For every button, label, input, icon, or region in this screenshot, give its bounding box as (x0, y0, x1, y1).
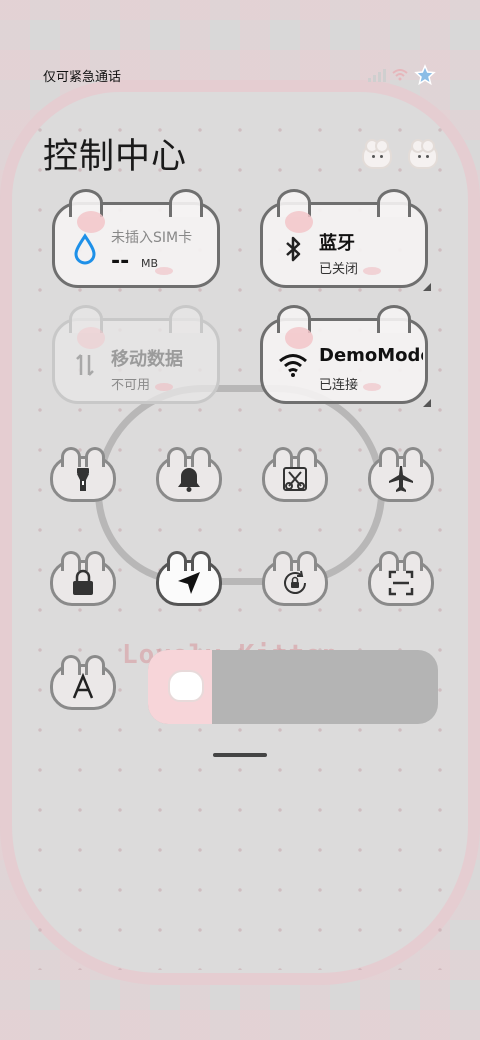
background-cat-face (95, 385, 385, 585)
expand-corner-icon (423, 399, 431, 407)
font-size-toggle[interactable] (50, 655, 116, 710)
airplane-mode-toggle[interactable] (368, 447, 434, 502)
bluetooth-icon (286, 236, 301, 262)
mobile-data-status: 不可用 (111, 378, 151, 393)
mute-toggle[interactable] (156, 447, 222, 502)
page-title: 控制中心 (43, 137, 188, 177)
mobile-data-tile[interactable]: 移动数据 不可用 (52, 305, 220, 404)
home-indicator[interactable] (213, 753, 267, 757)
bluetooth-status: 已关闭 (319, 262, 359, 277)
location-toggle[interactable] (156, 551, 222, 606)
wifi-network-name: DemoMode (319, 345, 423, 366)
data-usage-unit: MB (141, 257, 159, 270)
wifi-status: 已连接 (319, 378, 359, 393)
bluetooth-tile[interactable]: 蓝牙 已关闭 (260, 189, 431, 291)
data-usage-value: -- (111, 249, 130, 274)
bluetooth-label: 蓝牙 (319, 233, 355, 254)
wifi-tile[interactable]: DemoMode 已连接 (260, 305, 431, 407)
lock-icon (73, 569, 93, 595)
scissors-icon (283, 467, 307, 491)
rotate-lock-icon (284, 570, 306, 594)
rotation-lock-toggle[interactable] (262, 551, 328, 606)
mobile-data-label: 移动数据 (111, 349, 183, 370)
bell-icon (178, 468, 200, 492)
airplane-icon (389, 466, 413, 492)
flashlight-icon (77, 468, 89, 491)
screenshot-toggle[interactable] (262, 447, 328, 502)
scan-toggle[interactable] (368, 551, 434, 606)
signal-icon (368, 68, 386, 82)
wifi-icon (279, 354, 307, 377)
data-arrows-icon (76, 354, 94, 376)
cat-theme-icon[interactable] (362, 139, 392, 169)
expand-corner-icon (423, 283, 431, 291)
wifi-icon (392, 69, 408, 81)
data-usage-tile[interactable]: 未插入SIM卡 -- MB (52, 189, 220, 288)
star-icon (414, 64, 436, 86)
water-drop-icon (74, 233, 96, 265)
letter-a-icon (72, 672, 94, 699)
flashlight-toggle[interactable] (50, 447, 116, 502)
scan-icon (388, 570, 414, 596)
sim-status-label: 未插入SIM卡 (111, 230, 193, 246)
brightness-slider[interactable] (148, 650, 438, 724)
lock-screen-toggle[interactable] (50, 551, 116, 606)
cat-thumb-icon[interactable] (168, 670, 204, 702)
cat-bunny-icon[interactable] (408, 139, 438, 169)
location-arrow-icon (178, 572, 200, 594)
status-icons (368, 64, 436, 86)
status-carrier-text: 仅可紧急通话 (43, 70, 122, 85)
